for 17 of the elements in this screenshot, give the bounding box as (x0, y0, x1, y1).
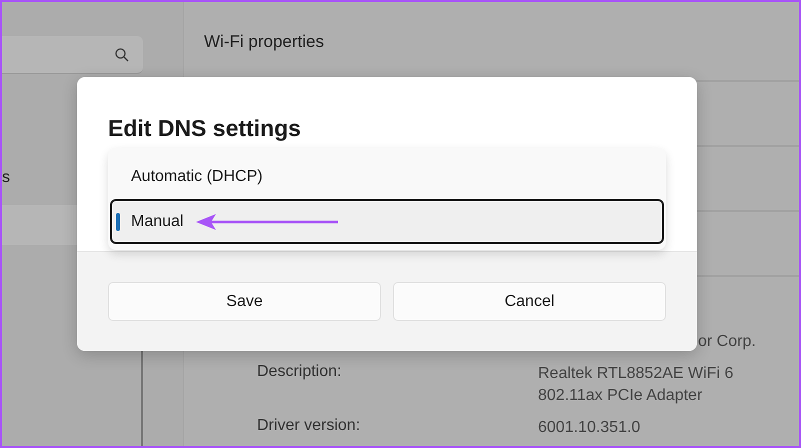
dialog-title: Edit DNS settings (108, 114, 302, 142)
arrow-icon (196, 213, 338, 231)
dropdown-option[interactable]: Manual (110, 199, 664, 244)
search-icon (115, 48, 129, 62)
property-value: Realtek RTL8852AE WiFi 6 802.11ax PCIe Adapter (538, 364, 734, 406)
property-label: Driver version: (257, 417, 362, 436)
page-heading: Wi-Fi properties (204, 32, 325, 52)
property-label: Description: (257, 363, 342, 382)
option-label: Automatic (DHCP) (131, 168, 263, 186)
selection-indicator (116, 213, 120, 231)
property-value: or Corp. (697, 332, 757, 352)
dropdown-option[interactable]: Automatic (DHCP) (110, 154, 664, 199)
dialog-button[interactable]: Save (108, 282, 381, 321)
property-value: 6001.10.351.0 (538, 418, 642, 438)
dialog-button[interactable]: Cancel (393, 282, 666, 321)
search-field[interactable] (2, 36, 143, 74)
option-label: Manual (131, 212, 184, 230)
